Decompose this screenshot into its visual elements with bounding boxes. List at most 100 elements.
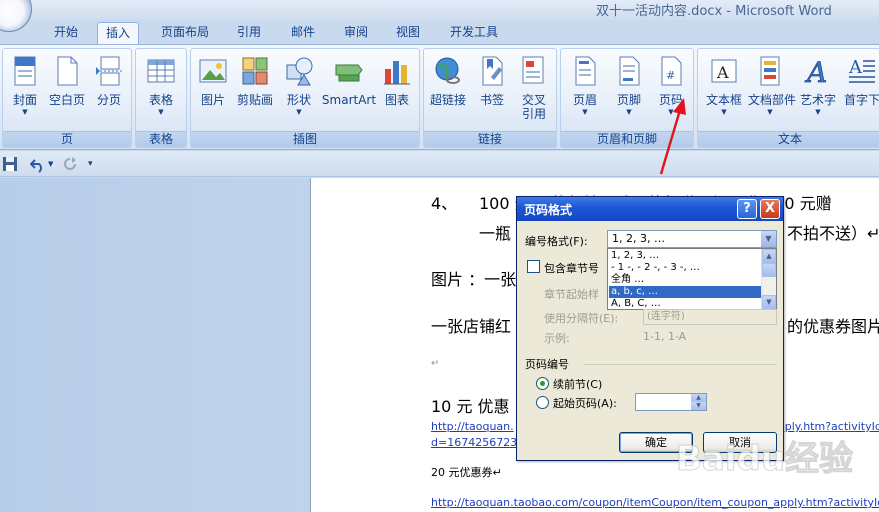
list-number: 4、 bbox=[431, 194, 458, 213]
undo-dropdown-icon[interactable]: ▼ bbox=[48, 155, 53, 173]
list-item-selected[interactable]: a, b, c, … bbox=[609, 286, 761, 298]
bookmark-icon bbox=[482, 56, 503, 86]
cross-reference-button[interactable]: 交叉 引用 bbox=[512, 53, 556, 129]
cross-reference-label-2: 引用 bbox=[521, 107, 546, 121]
header-button[interactable]: 页眉 ▼ bbox=[563, 53, 607, 129]
bookmark-label: 书签 bbox=[479, 93, 504, 107]
number-format-select[interactable]: 1, 2, 3, … ▼ bbox=[607, 230, 777, 248]
dialog-title: 页码格式 bbox=[524, 203, 573, 217]
shapes-icon bbox=[286, 57, 313, 86]
list-item[interactable]: - 1 -, - 2 -, - 3 -, … bbox=[609, 262, 761, 274]
example-label: 示例: bbox=[544, 332, 570, 345]
picture-button[interactable]: 图片 bbox=[191, 53, 235, 129]
quick-parts-button[interactable]: 文档部件 ▼ bbox=[748, 53, 797, 129]
header-label: 页眉 bbox=[572, 93, 597, 107]
start-at-radio[interactable] bbox=[536, 396, 549, 409]
chevron-down-icon: ▼ bbox=[626, 108, 632, 116]
tab-home[interactable]: 开始 bbox=[46, 22, 86, 44]
text-box-button[interactable]: A 文本框 ▼ bbox=[702, 53, 746, 129]
text-box-label: 文本框 bbox=[705, 93, 742, 107]
clip-art-button[interactable]: 剪贴画 bbox=[233, 53, 277, 129]
doc-line-5: 10 元 优惠 bbox=[431, 397, 510, 416]
close-button[interactable]: X bbox=[760, 199, 780, 219]
start-at-stepper[interactable]: ▲ ▼ bbox=[635, 393, 707, 411]
group-pages: 封面 ▼ 空白页 分页 页 bbox=[2, 48, 132, 148]
spin-down-icon[interactable]: ▼ bbox=[691, 402, 706, 410]
quick-access-toolbar: ▼ ▾ bbox=[0, 151, 879, 177]
group-links: 超链接 书签 交叉 引用 链接 bbox=[423, 48, 557, 148]
hyperlink-button[interactable]: 超链接 bbox=[426, 53, 470, 129]
list-scrollbar[interactable]: ▲ ▼ bbox=[761, 249, 776, 309]
scroll-thumb[interactable] bbox=[762, 263, 776, 277]
help-button[interactable]: ? bbox=[737, 199, 757, 219]
tab-developer[interactable]: 开发工具 bbox=[442, 22, 506, 44]
footer-label: 页脚 bbox=[616, 93, 641, 107]
watermark-sub: jingyan.baidu.com bbox=[711, 483, 823, 497]
page-break-label: 分页 bbox=[96, 93, 121, 107]
continue-previous-radio[interactable] bbox=[536, 377, 549, 390]
chevron-down-icon: ▼ bbox=[815, 108, 821, 116]
svg-text:A: A bbox=[716, 63, 729, 82]
page-break-icon bbox=[96, 56, 122, 86]
svg-text:#: # bbox=[666, 69, 675, 82]
smartart-icon bbox=[335, 64, 363, 82]
office-button[interactable] bbox=[0, 0, 32, 32]
shapes-button[interactable]: 形状 ▼ bbox=[277, 53, 321, 129]
chart-button[interactable]: 图表 bbox=[375, 53, 419, 129]
start-at-label: 起始页码(A): bbox=[553, 397, 617, 410]
smartart-label: SmartArt bbox=[321, 93, 377, 107]
cover-page-button[interactable]: 封面 ▼ bbox=[3, 53, 47, 129]
bookmark-button[interactable]: 书签 bbox=[470, 53, 514, 129]
redo-icon[interactable] bbox=[62, 155, 78, 173]
coupon-link-1[interactable]: http://taoquan. bbox=[431, 420, 514, 433]
save-icon[interactable] bbox=[2, 155, 18, 173]
scroll-up-icon[interactable]: ▲ bbox=[762, 249, 776, 263]
list-item[interactable]: 1, 2, 3, … bbox=[609, 250, 761, 262]
wordart-icon: A bbox=[804, 56, 828, 87]
group-pages-label: 页 bbox=[3, 131, 131, 147]
smartart-button[interactable]: SmartArt bbox=[321, 53, 377, 129]
list-item[interactable]: 全角 … bbox=[609, 274, 761, 286]
table-button[interactable]: 表格 ▼ bbox=[139, 53, 183, 129]
spin-up-icon[interactable]: ▲ bbox=[691, 394, 706, 402]
tab-view[interactable]: 视图 bbox=[388, 22, 428, 44]
footer-button[interactable]: 页脚 ▼ bbox=[607, 53, 651, 129]
tab-page-layout[interactable]: 页面布局 bbox=[153, 22, 217, 44]
example-value: 1-1, 1-A bbox=[643, 330, 687, 343]
chevron-down-icon[interactable]: ▼ bbox=[760, 231, 776, 247]
group-tables: 表格 ▼ 表格 bbox=[135, 48, 187, 148]
tab-references[interactable]: 引用 bbox=[229, 22, 269, 44]
chevron-down-icon: ▼ bbox=[22, 108, 28, 116]
blank-page-button[interactable]: 空白页 bbox=[45, 53, 89, 129]
drop-cap-button[interactable]: A 首字下 bbox=[840, 53, 879, 129]
quick-parts-label: 文档部件 bbox=[748, 93, 797, 107]
picture-label: 图片 bbox=[200, 93, 225, 107]
cover-page-icon bbox=[14, 56, 36, 86]
doc-line-3: 图片 ：一张 bbox=[431, 270, 517, 289]
customize-toolbar-icon[interactable]: ▾ bbox=[88, 155, 93, 173]
coupon-link-1c[interactable]: d=1674256723 bbox=[431, 436, 517, 449]
page-break-button[interactable]: 分页 bbox=[87, 53, 131, 129]
dialog-title-bar[interactable]: 页码格式 ? X bbox=[517, 197, 783, 221]
scroll-down-icon[interactable]: ▼ bbox=[762, 295, 776, 309]
chevron-down-icon: ▼ bbox=[721, 108, 727, 116]
page-number-icon: # bbox=[661, 56, 682, 86]
red-arrow-annotation bbox=[659, 98, 686, 175]
number-format-list[interactable]: 1, 2, 3, … - 1 -, - 2 -, - 3 -, … 全角 … a… bbox=[607, 248, 777, 310]
picture-icon bbox=[199, 59, 227, 83]
separator-select: (连字符) bbox=[643, 309, 777, 325]
shapes-label: 形状 bbox=[286, 93, 311, 107]
undo-icon[interactable] bbox=[30, 155, 46, 173]
include-chapter-checkbox[interactable] bbox=[527, 260, 540, 273]
drop-cap-icon: A bbox=[848, 57, 875, 83]
doc-line-6: 20 元优惠券↵ bbox=[431, 466, 502, 479]
tab-insert[interactable]: 插入 bbox=[97, 22, 140, 44]
clip-art-icon bbox=[242, 57, 268, 85]
page-number-format-dialog: 页码格式 ? X 编号格式(F): 1, 2, 3, … ▼ 1, 2, 3, … bbox=[516, 196, 784, 461]
chevron-down-icon: ▼ bbox=[582, 108, 588, 116]
tab-review[interactable]: 审阅 bbox=[336, 22, 376, 44]
clip-art-label: 剪贴画 bbox=[236, 93, 273, 107]
tab-mailings[interactable]: 邮件 bbox=[283, 22, 323, 44]
blank-page-icon bbox=[57, 56, 78, 86]
wordart-button[interactable]: A 艺术字 ▼ bbox=[796, 53, 840, 129]
